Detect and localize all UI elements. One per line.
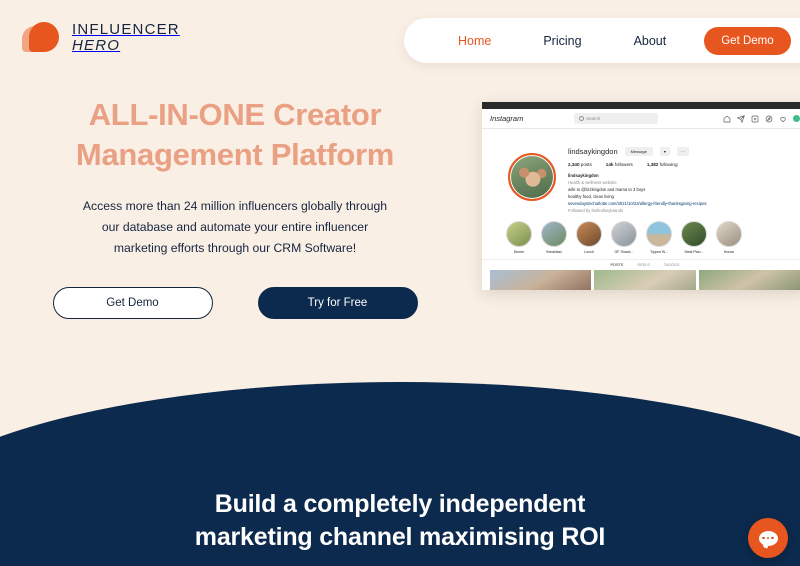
bottom-heading-line2: marketing channel maximising ROI bbox=[194, 523, 606, 552]
hero-title-line2: Management Platform bbox=[75, 136, 395, 172]
nav-item-pricing[interactable]: Pricing bbox=[543, 34, 581, 48]
hero-cta-group: Get Demo Try for Free bbox=[0, 287, 470, 320]
hero-title-line1: ALL-IN-ONE Creator bbox=[88, 97, 382, 132]
brand-name-line2: HERO bbox=[72, 37, 121, 54]
nav-item-home[interactable]: Home bbox=[458, 34, 491, 48]
bio-link[interactable]: sevendaysincharlotte.com/2021/10/23/alle… bbox=[568, 201, 798, 208]
post-grid bbox=[482, 267, 800, 290]
highlight-item[interactable]: Meal Plan... bbox=[681, 220, 707, 254]
explore-icon[interactable] bbox=[765, 115, 773, 123]
browser-chrome-bar bbox=[482, 102, 800, 109]
highlight-thumbnail bbox=[506, 220, 532, 247]
hero-get-demo-button[interactable]: Get Demo bbox=[52, 287, 213, 320]
post-thumbnail[interactable] bbox=[594, 269, 696, 290]
message-button[interactable]: Message bbox=[624, 147, 653, 156]
highlight-thumbnail bbox=[716, 220, 742, 247]
highlight-thumbnail bbox=[541, 220, 567, 247]
hero-subtitle: Access more than 24 million influencers … bbox=[0, 196, 470, 259]
landing-page: INFLUENCER HERO Home Pricing About Get D… bbox=[0, 0, 800, 566]
hero-content: ALL-IN-ONE Creator Management Platform A… bbox=[0, 95, 470, 320]
hero-subtitle-line1: Access more than 24 million influencers … bbox=[82, 199, 388, 214]
search-placeholder: Search bbox=[586, 116, 601, 121]
highlight-item[interactable]: Dinner bbox=[506, 220, 532, 254]
profile-info: lindsaykingdon Message ▾ ··· 2,340 posts… bbox=[568, 137, 798, 215]
nav-links: Home Pricing About bbox=[458, 34, 666, 48]
new-post-icon[interactable] bbox=[751, 115, 759, 123]
highlight-label: Dinner bbox=[513, 249, 525, 254]
highlight-item[interactable]: GF Snack... bbox=[611, 220, 637, 254]
highlight-item[interactable]: Breakfast bbox=[541, 220, 567, 254]
profile-tabs: POSTS REELS TAGGED bbox=[482, 258, 800, 267]
highlight-label: Breakfast bbox=[546, 249, 562, 254]
nav-item-about[interactable]: About bbox=[634, 34, 667, 48]
bio-category: Health & wellness website bbox=[568, 179, 617, 185]
profile-stats: 2,340 posts 14k followers 1,382 followin… bbox=[568, 162, 798, 167]
highlight-label: House bbox=[723, 249, 735, 254]
profile-username: lindsaykingdon bbox=[568, 147, 618, 156]
hero-title: ALL-IN-ONE Creator Management Platform bbox=[0, 95, 470, 174]
instagram-nav-icons bbox=[723, 114, 800, 123]
bio-line1: wife to @lizzkingdon and mama to 3 boys bbox=[568, 186, 646, 192]
brand-name: INFLUENCER HERO bbox=[72, 22, 180, 54]
highlight-label: GF Snack... bbox=[614, 249, 634, 254]
hero-try-free-button[interactable]: Try for Free bbox=[257, 287, 418, 320]
hero-subtitle-line2: our database and automate your entire in… bbox=[101, 220, 369, 235]
bio-name: lindsaykingdon bbox=[568, 173, 599, 178]
instagram-logo: Instagram bbox=[490, 114, 524, 123]
highlight-thumbnail bbox=[646, 220, 672, 247]
follow-dropdown-button[interactable]: ▾ bbox=[659, 147, 670, 156]
search-icon bbox=[579, 116, 584, 121]
highlight-item[interactable]: House bbox=[716, 220, 742, 254]
instagram-profile-body: lindsaykingdon Message ▾ ··· 2,340 posts… bbox=[482, 129, 800, 215]
story-highlights: Dinner Breakfast Lunch GF Snack... Tippe… bbox=[482, 215, 800, 254]
heart-icon[interactable] bbox=[779, 115, 787, 123]
instagram-search-input[interactable]: Search bbox=[574, 113, 658, 124]
chat-bubble-icon bbox=[758, 530, 778, 546]
stat-followers: 14k followers bbox=[605, 162, 633, 167]
teardrop-logo-icon bbox=[22, 18, 62, 58]
nav-get-demo-button[interactable]: Get Demo bbox=[704, 26, 791, 55]
highlight-label: Tipped W... bbox=[649, 249, 669, 254]
bottom-heading-line1: Build a completely independent bbox=[214, 490, 586, 518]
instagram-mockup: Instagram Search lindsaykingdon Message bbox=[482, 102, 800, 290]
post-thumbnail[interactable] bbox=[698, 269, 800, 290]
profile-header-row: lindsaykingdon Message ▾ ··· bbox=[568, 147, 798, 156]
bottom-section: Build a completely independent marketing… bbox=[0, 488, 800, 566]
highlight-thumbnail bbox=[611, 220, 637, 247]
brand-name-line1: INFLUENCER bbox=[72, 21, 180, 39]
stat-posts: 2,340 posts bbox=[568, 162, 592, 167]
tab-reels[interactable]: REELS bbox=[637, 263, 649, 267]
tab-posts[interactable]: POSTS bbox=[610, 263, 623, 267]
highlight-item[interactable]: Lunch bbox=[576, 220, 602, 254]
profile-avatar-icon[interactable] bbox=[793, 115, 800, 122]
highlight-thumbnail bbox=[576, 220, 602, 247]
highlight-item[interactable]: Tipped W... bbox=[646, 220, 672, 254]
hero-subtitle-line3: marketing efforts through our CRM Softwa… bbox=[113, 241, 357, 256]
highlight-label: Lunch bbox=[584, 249, 594, 254]
profile-picture bbox=[508, 153, 556, 201]
post-thumbnail[interactable] bbox=[490, 269, 592, 290]
paper-plane-icon[interactable] bbox=[737, 114, 745, 123]
highlight-thumbnail bbox=[681, 220, 707, 247]
home-icon[interactable] bbox=[723, 115, 731, 123]
more-options-button[interactable]: ··· bbox=[676, 147, 689, 156]
profile-bio: lindsaykingdon Health & wellness website… bbox=[568, 173, 798, 215]
bottom-heading: Build a completely independent marketing… bbox=[0, 488, 800, 555]
bio-followed-by: Followed by thelindseybrands bbox=[568, 207, 624, 213]
tab-tagged[interactable]: TAGGED bbox=[664, 263, 680, 267]
main-navigation: Home Pricing About Get Demo bbox=[404, 18, 800, 63]
bio-line2: healthy food, clean living bbox=[568, 193, 614, 199]
chat-widget-button[interactable] bbox=[748, 518, 788, 558]
instagram-header: Instagram Search bbox=[482, 109, 800, 129]
stat-following: 1,382 following bbox=[646, 162, 678, 167]
highlight-label: Meal Plan... bbox=[684, 249, 704, 254]
brand-logo[interactable]: INFLUENCER HERO bbox=[22, 18, 180, 58]
